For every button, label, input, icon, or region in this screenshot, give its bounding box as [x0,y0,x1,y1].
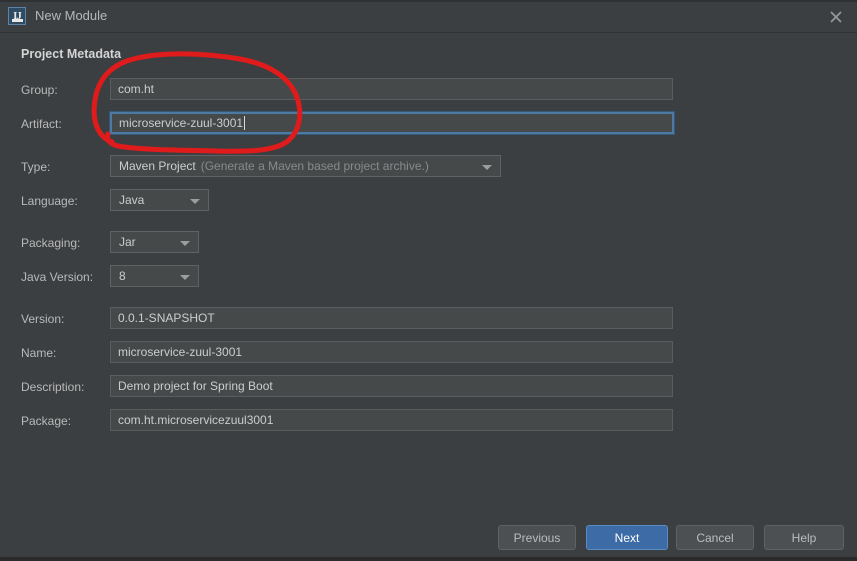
text-caret [244,116,246,130]
intellij-idea-icon: IJ [8,7,26,25]
new-module-dialog: IJ New Module Project Metadata Group: co… [0,0,857,561]
label-group: Group: [21,83,58,97]
version-input[interactable]: 0.0.1-SNAPSHOT [110,307,673,329]
description-input[interactable]: Demo project for Spring Boot [110,375,673,397]
package-input[interactable]: com.ht.microservicezuul3001 [110,409,673,431]
label-java-version: Java Version: [21,270,94,284]
name-input[interactable]: microservice-zuul-3001 [110,341,673,363]
chevron-down-icon [180,275,190,280]
language-select[interactable]: Java [110,189,209,211]
language-select-value: Java [119,193,145,207]
title-bar-divider [0,0,857,2]
java-version-select[interactable]: 8 [110,265,199,287]
chevron-down-icon [190,199,200,204]
packaging-select[interactable]: Jar [110,231,199,253]
label-language: Language: [21,194,78,208]
version-input-value: 0.0.1-SNAPSHOT [118,311,215,325]
group-input-value: com.ht [118,82,155,96]
window-bottom-edge [0,557,857,561]
name-input-value: microservice-zuul-3001 [118,345,243,359]
label-packaging: Packaging: [21,236,81,250]
group-input[interactable]: com.ht [110,78,673,100]
help-button[interactable]: Help [764,525,844,550]
artifact-input[interactable]: microservice-zuul-3001 [109,111,675,135]
label-version: Version: [21,312,65,326]
java-version-select-value: 8 [119,269,126,283]
artifact-input-value: microservice-zuul-3001 [119,116,244,130]
type-select-value: Maven Project [119,159,196,173]
chevron-down-icon [482,165,492,170]
label-type: Type: [21,160,51,174]
label-package: Package: [21,414,72,428]
dialog-title-bar: IJ New Module [0,0,857,33]
label-description: Description: [21,380,85,394]
type-select-hint: (Generate a Maven based project archive.… [200,159,429,173]
label-name: Name: [21,346,57,360]
chevron-down-icon [180,241,190,246]
cancel-button[interactable]: Cancel [676,525,754,550]
description-input-value: Demo project for Spring Boot [118,379,273,393]
package-input-value: com.ht.microservicezuul3001 [118,413,274,427]
close-icon[interactable] [825,6,847,28]
previous-button[interactable]: Previous [498,525,576,550]
section-title: Project Metadata [21,47,122,61]
label-artifact: Artifact: [21,117,62,131]
next-button[interactable]: Next [586,525,668,550]
type-select[interactable]: Maven Project (Generate a Maven based pr… [110,155,501,177]
packaging-select-value: Jar [119,235,136,249]
window-title: New Module [35,8,108,23]
